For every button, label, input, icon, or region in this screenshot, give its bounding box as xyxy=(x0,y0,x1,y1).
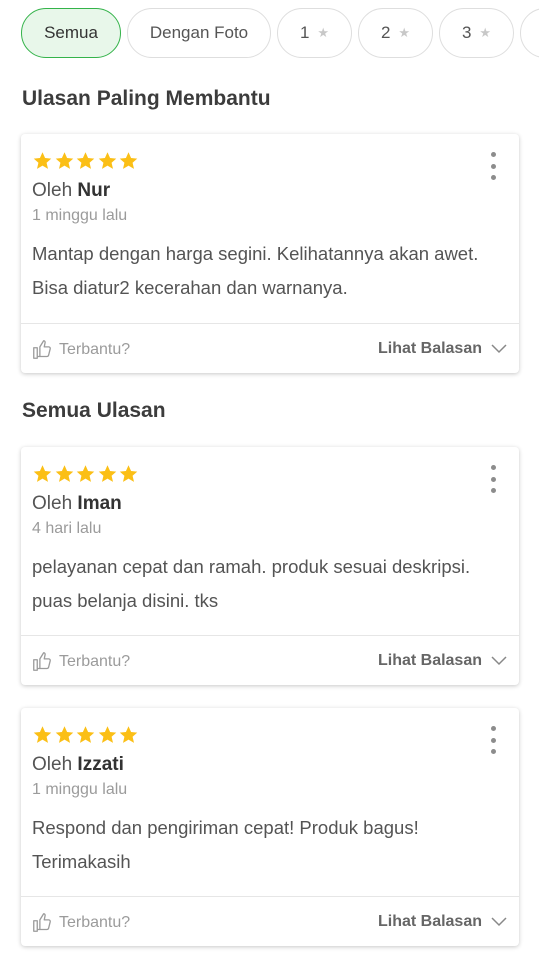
more-vertical-icon[interactable] xyxy=(484,152,502,180)
review-author: Oleh Nur xyxy=(32,180,110,202)
star-icon xyxy=(55,152,73,169)
more-vertical-icon[interactable] xyxy=(484,465,502,493)
review-text: Respond dan pengiriman cepat! Produk bag… xyxy=(32,817,419,872)
star-icon: ★ xyxy=(479,25,492,40)
filter-chip-label: 2 xyxy=(380,23,391,42)
filter-chip-more[interactable] xyxy=(520,8,539,58)
view-replies-button[interactable]: Lihat Balasan xyxy=(378,340,507,358)
author-prefix: Oleh xyxy=(32,493,73,514)
star-icon xyxy=(55,465,73,482)
filter-chip-2-star[interactable]: 2 ★ xyxy=(358,8,433,58)
review-time: 4 hari lalu xyxy=(32,520,102,537)
review-card: Oleh Nur 1 minggu lalu Mantap dengan har… xyxy=(21,134,519,373)
helpful-label: Terbantu? xyxy=(59,340,131,358)
review-card: Oleh Izzati 1 minggu lalu Respond dan pe… xyxy=(21,708,519,946)
review-time: 1 minggu lalu xyxy=(32,781,128,798)
star-icon xyxy=(119,465,138,482)
review-text: pelayanan cepat dan ramah. produk sesuai… xyxy=(32,556,471,611)
filter-chip-label: Dengan Foto xyxy=(149,23,249,42)
filter-chip-with-photo[interactable]: Dengan Foto xyxy=(127,8,271,58)
view-replies-label: Lihat Balasan xyxy=(377,652,482,669)
filter-chips: Semua Dengan Foto 1 ★ 2 ★ 3 ★ xyxy=(0,8,539,62)
view-replies-label: Lihat Balasan xyxy=(377,340,482,357)
star-rating xyxy=(32,464,140,484)
helpful-label: Terbantu? xyxy=(59,652,131,670)
star-icon xyxy=(119,726,138,743)
author-prefix: Oleh xyxy=(32,180,73,201)
star-icon xyxy=(76,465,95,482)
thumbs-up-icon xyxy=(33,340,51,359)
section-title-most-helpful: Ulasan Paling Membantu xyxy=(22,87,271,110)
review-author: Oleh Izzati xyxy=(32,754,124,776)
review-time: 1 minggu lalu xyxy=(32,207,128,224)
filter-chip-label: Semua xyxy=(44,23,98,42)
review-text: Mantap dengan harga segini. Kelihatannya… xyxy=(32,243,479,298)
author-name: Nur xyxy=(77,180,111,201)
filter-chip-1-star[interactable]: 1 ★ xyxy=(277,8,352,58)
star-icon xyxy=(119,152,138,169)
filter-chip-label: 3 xyxy=(461,23,472,42)
star-icon: ★ xyxy=(398,25,411,40)
section-title-all-reviews: Semua Ulasan xyxy=(22,399,166,422)
review-author: Oleh Iman xyxy=(32,493,122,515)
review-card: Oleh Iman 4 hari lalu pelayanan cepat da… xyxy=(21,447,519,685)
thumbs-up-icon xyxy=(33,913,51,932)
star-icon xyxy=(55,726,73,743)
divider xyxy=(21,635,519,636)
star-rating xyxy=(32,151,140,171)
helpful-button[interactable]: Terbantu? xyxy=(32,912,130,933)
star-rating xyxy=(32,725,140,745)
filter-chip-label: 1 xyxy=(299,23,310,42)
helpful-label: Terbantu? xyxy=(59,913,131,931)
divider xyxy=(21,323,519,324)
author-prefix: Oleh xyxy=(32,754,73,775)
star-icon xyxy=(98,726,116,743)
chevron-down-icon xyxy=(491,344,507,354)
star-icon xyxy=(33,152,52,169)
star-icon xyxy=(33,465,52,482)
helpful-button[interactable]: Terbantu? xyxy=(32,651,130,672)
star-icon xyxy=(76,152,95,169)
filter-chip-all[interactable]: Semua xyxy=(21,8,121,58)
divider xyxy=(21,896,519,897)
more-vertical-icon[interactable] xyxy=(484,726,502,754)
star-icon xyxy=(98,152,116,169)
star-icon: ★ xyxy=(317,25,330,40)
chevron-down-icon xyxy=(491,656,507,666)
view-replies-button[interactable]: Lihat Balasan xyxy=(378,913,507,931)
thumbs-up-icon xyxy=(33,652,51,671)
star-icon xyxy=(76,726,95,743)
chevron-down-icon xyxy=(491,917,507,927)
filter-chip-3-star[interactable]: 3 ★ xyxy=(439,8,514,58)
star-icon xyxy=(33,726,52,743)
star-icon xyxy=(98,465,116,482)
author-name: Izzati xyxy=(77,754,124,775)
view-replies-button[interactable]: Lihat Balasan xyxy=(378,652,507,670)
helpful-button[interactable]: Terbantu? xyxy=(32,339,130,360)
author-name: Iman xyxy=(77,493,122,514)
view-replies-label: Lihat Balasan xyxy=(377,913,482,930)
